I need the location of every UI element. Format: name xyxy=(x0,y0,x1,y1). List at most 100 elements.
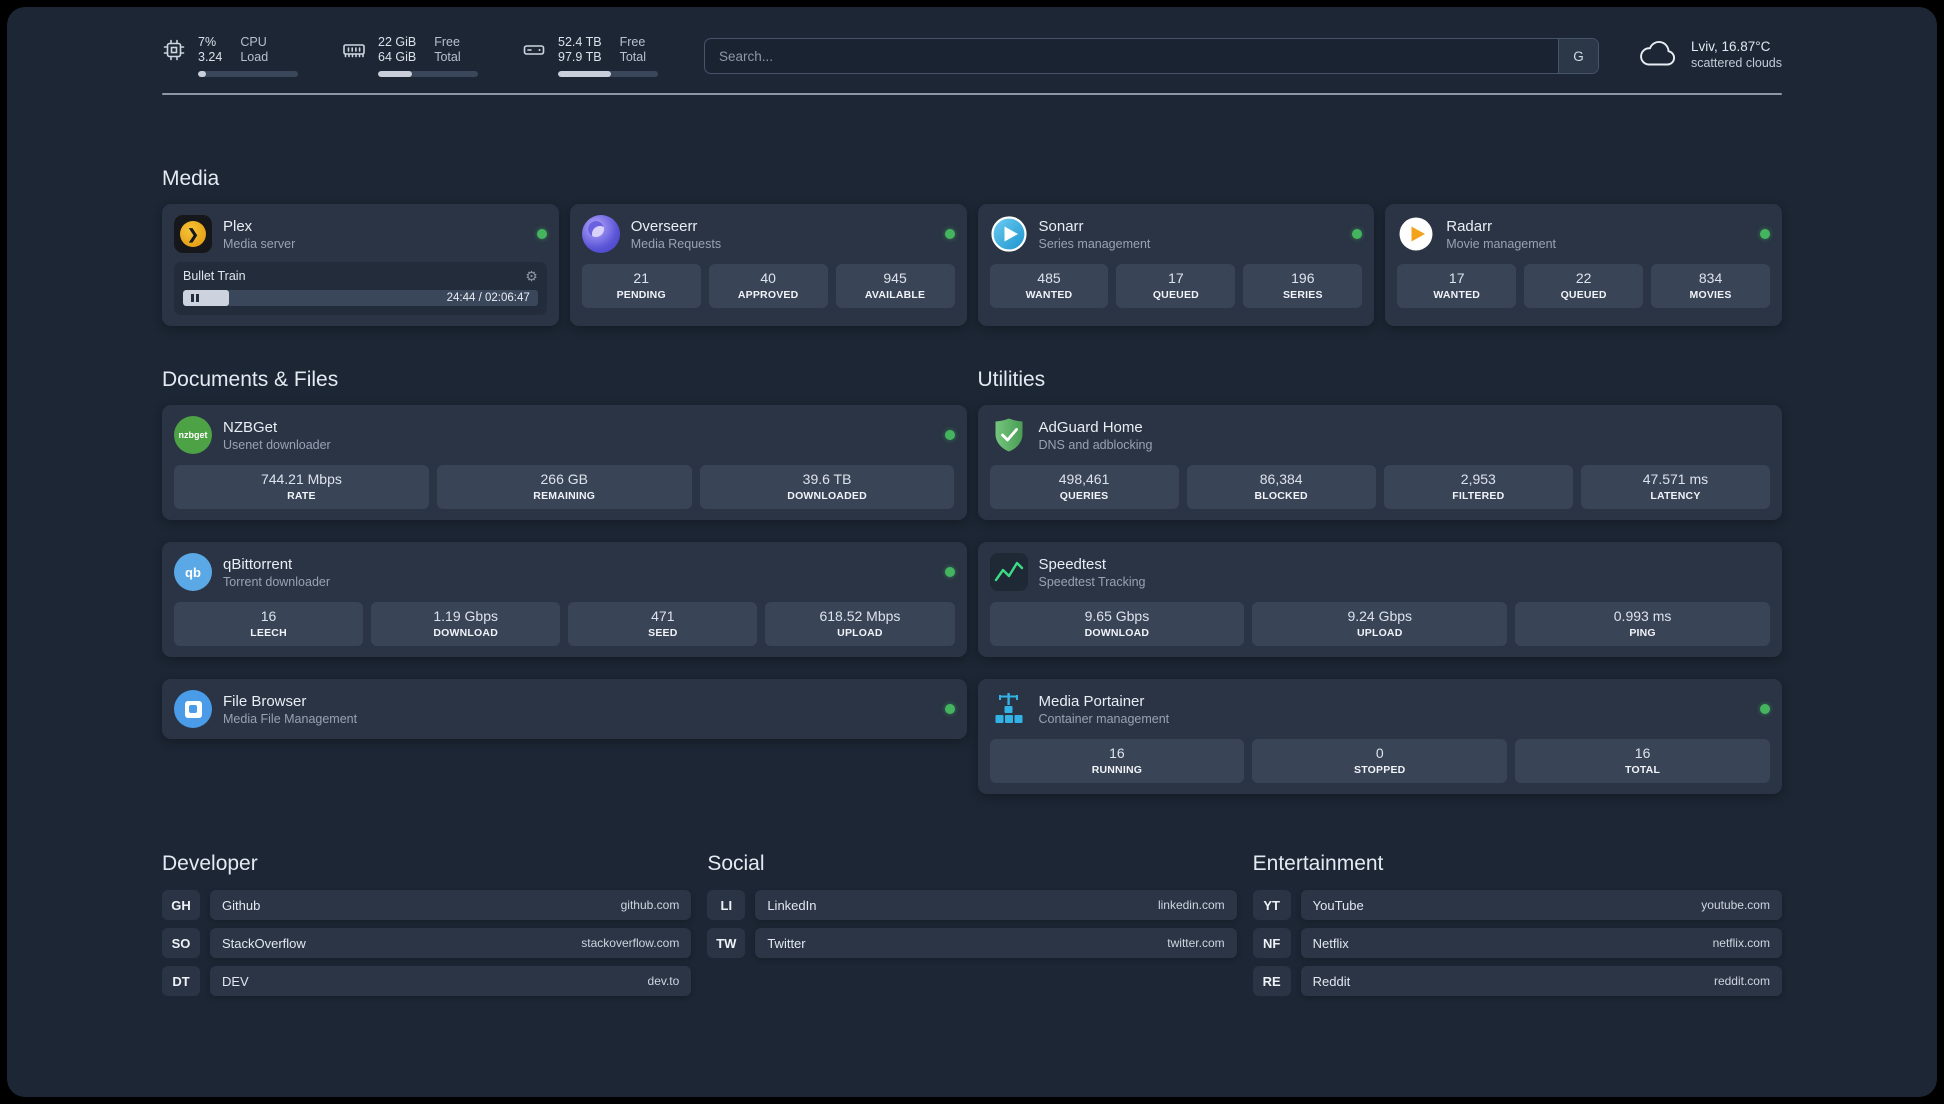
card-overseerr: Overseerr Media Requests 21 PENDING 40 A… xyxy=(569,204,967,326)
portainer-crane-icon xyxy=(990,690,1028,728)
memory-total-label: Total xyxy=(434,50,461,64)
service-desc: Series management xyxy=(1038,236,1151,251)
section-title-documents: Documents & Files xyxy=(162,368,339,391)
stat-filtered: 2,953 FILTERED xyxy=(1383,465,1573,509)
stat-rate: 744.21 Mbps RATE xyxy=(174,465,429,509)
status-dot-online xyxy=(944,567,955,577)
card-nzbget: nzbget NZBGet Usenet downloader 744.21 M… xyxy=(162,405,967,520)
media-grid: ❯ Plex Media server Bullet Train ⚙ 24:44… xyxy=(162,204,1782,326)
card-portainer: Media Portainer Container management 16 … xyxy=(977,679,1782,794)
stat-series: 196 SERIES xyxy=(1243,264,1363,308)
stat-stopped: 0 STOPPED xyxy=(1252,739,1508,783)
service-radarr[interactable]: Radarr Movie management xyxy=(1397,215,1770,253)
service-name: NZBGet xyxy=(223,418,278,436)
service-name: Radarr xyxy=(1446,217,1493,235)
stat-queued: 17 QUEUED xyxy=(1116,264,1236,308)
service-name: qBittorrent xyxy=(223,555,293,573)
service-filebrowser[interactable]: File Browser Media File Management xyxy=(174,690,955,728)
memory-progress-bar xyxy=(378,71,478,77)
cpu-load-label: Load xyxy=(240,50,269,64)
overseerr-icon xyxy=(581,215,620,253)
card-plex: ❯ Plex Media server Bullet Train ⚙ 24:44… xyxy=(162,204,559,326)
weather-location: Lviv, 16.87°C xyxy=(1690,38,1771,54)
disk-total-label: Total xyxy=(619,50,646,64)
stat-wanted: 17 WANTED xyxy=(1397,264,1517,308)
plex-icon: ❯ xyxy=(174,215,212,253)
stat-available: 945 AVAILABLE xyxy=(835,264,955,308)
card-radarr: Radarr Movie management 17 WANTED 22 QUE… xyxy=(1385,204,1782,326)
stat-movies: 834 MOVIES xyxy=(1651,264,1771,308)
section-title-social: Social xyxy=(707,852,765,875)
service-name: Overseerr xyxy=(630,217,698,235)
service-speedtest[interactable]: Speedtest Speedtest Tracking xyxy=(989,553,1771,591)
stat-approved: 40 APPROVED xyxy=(708,264,828,308)
status-dot-online xyxy=(1760,229,1770,239)
bookmark-stackoverflow: SO StackOverflow stackoverflow.com xyxy=(162,928,692,958)
service-sonarr[interactable]: Sonarr Series management xyxy=(990,215,1363,253)
bookmark-linkedin: LI LinkedIn linkedin.com xyxy=(707,890,1237,920)
stat-queries: 498,461 QUERIES xyxy=(989,465,1179,509)
stat-pending: 21 PENDING xyxy=(581,264,701,308)
card-qbittorrent: qb qBittorrent Torrent downloader 16 LEE… xyxy=(162,542,967,657)
disk-free-label: Free xyxy=(619,35,646,49)
service-desc: Torrent downloader xyxy=(223,574,331,589)
section-title-media: Media xyxy=(162,167,220,190)
service-name: AdGuard Home xyxy=(1038,418,1143,436)
header-divider xyxy=(162,93,1782,95)
memory-widget: 22 GiB 64 GiB Free Total xyxy=(342,35,478,77)
nzbget-icon: nzbget xyxy=(174,416,212,454)
pause-button[interactable] xyxy=(183,290,230,306)
speedtest-graph-icon xyxy=(989,553,1028,591)
service-adguard[interactable]: AdGuard Home DNS and adblocking xyxy=(990,416,1771,454)
disk-icon xyxy=(522,38,546,62)
bookmark-dev: DT DEV dev.to xyxy=(162,966,692,996)
playback-time: 24:44 / 02:06:47 xyxy=(446,292,530,304)
cpu-usage-label: CPU xyxy=(240,35,267,49)
service-portainer[interactable]: Media Portainer Container management xyxy=(990,690,1770,728)
stat-download: 9.65 Gbps DOWNLOAD xyxy=(989,602,1245,646)
disk-total-value: 97.9 TB xyxy=(558,50,602,64)
memory-free-label: Free xyxy=(434,35,460,49)
service-qbittorrent[interactable]: qb qBittorrent Torrent downloader xyxy=(174,553,955,591)
stat-upload: 618.52 Mbps UPLOAD xyxy=(765,602,955,646)
status-dot-online xyxy=(944,430,955,440)
qbittorrent-icon: qb xyxy=(174,553,212,591)
cpu-progress-bar xyxy=(198,71,298,77)
stat-ping: 0.993 ms PING xyxy=(1515,602,1770,646)
service-name: File Browser xyxy=(223,692,307,710)
disk-progress-bar xyxy=(558,71,658,77)
service-desc: Usenet downloader xyxy=(223,437,331,452)
card-filebrowser: File Browser Media File Management xyxy=(162,679,967,739)
cpu-usage-value: 7% xyxy=(198,35,217,49)
memory-icon xyxy=(342,38,366,62)
service-nzbget[interactable]: nzbget NZBGet Usenet downloader xyxy=(174,416,955,454)
stat-upload: 9.24 Gbps UPLOAD xyxy=(1252,602,1508,646)
status-dot-online xyxy=(1352,229,1363,239)
dashboard-screen: 7% 3.24 CPU Load 22 GiB 64 GiB Free Tota… xyxy=(7,7,1937,1097)
service-plex[interactable]: ❯ Plex Media server xyxy=(174,215,547,253)
stat-download: 1.19 Gbps DOWNLOAD xyxy=(371,602,561,646)
cpu-load-value: 3.24 xyxy=(198,50,223,64)
bookmark-group-developer: Developer GH Github github.com SO StackO… xyxy=(162,852,692,996)
disk-free-value: 52.4 TB xyxy=(558,35,602,49)
cpu-chip-icon xyxy=(162,38,186,62)
service-name: Sonarr xyxy=(1038,217,1084,235)
status-dot-online xyxy=(944,704,955,714)
section-title-utilities: Utilities xyxy=(977,368,1046,391)
top-bar: 7% 3.24 CPU Load 22 GiB 64 GiB Free Tota… xyxy=(162,7,1782,77)
search-provider-button[interactable]: G xyxy=(1557,39,1598,73)
service-overseerr[interactable]: Overseerr Media Requests xyxy=(581,215,955,253)
bookmark-youtube: YT YouTube youtube.com xyxy=(1252,890,1782,920)
stat-wanted: 485 WANTED xyxy=(989,264,1109,308)
stat-blocked: 86,384 BLOCKED xyxy=(1186,465,1376,509)
stat-remaining: 266 GB REMAINING xyxy=(436,465,692,509)
gear-icon[interactable]: ⚙ xyxy=(525,269,538,283)
status-dot-online xyxy=(1760,704,1770,714)
search-input[interactable] xyxy=(705,39,1558,73)
memory-total-value: 64 GiB xyxy=(378,50,417,64)
now-playing-title: Bullet Train xyxy=(183,269,246,283)
search-bar: G xyxy=(704,38,1599,74)
bookmark-netflix: NF Netflix netflix.com xyxy=(1252,928,1782,958)
playback-progress-bar: 24:44 / 02:06:47 xyxy=(183,290,538,306)
stat-leech: 16 LEECH xyxy=(174,602,364,646)
